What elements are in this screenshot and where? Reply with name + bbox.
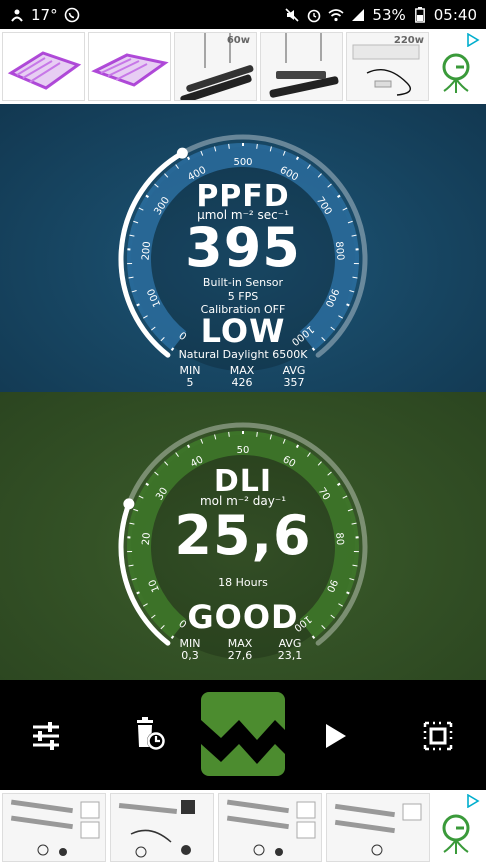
ppfd-reading: 395 (185, 216, 301, 279)
dli-avg-value: 23,1 (277, 649, 303, 662)
ad-image-led-panel-220w[interactable]: 220w (346, 32, 429, 101)
dli-stats: MIN 0,3 MAX 27,6 AVG 23,1 (176, 638, 304, 662)
ad-image-purple-grow-light-2[interactable] (88, 32, 171, 101)
notification-icon (9, 7, 25, 23)
top-ad-banner[interactable]: 60w 220w (0, 29, 486, 104)
ad-image-bar-light-2[interactable] (260, 32, 343, 101)
dli-major-tick (346, 591, 350, 595)
play-icon (326, 724, 346, 748)
dli-major-tick (295, 444, 300, 449)
dli-level: GOOD (187, 598, 299, 636)
alarm-icon (306, 7, 322, 23)
dli-hours-label: 18 Hours (218, 576, 268, 589)
dli-minor-tick (256, 431, 258, 437)
ppfd-min-stat: MIN 5 (176, 365, 204, 389)
bottom-toolbar (0, 680, 486, 790)
fullscreen-icon (423, 721, 453, 751)
bottom-ad-banner[interactable] (0, 790, 486, 864)
battery-icon (412, 6, 428, 23)
ad-image-kit-1[interactable] (2, 793, 106, 862)
status-bar: 17° 53% 05:40 (0, 0, 486, 29)
dli-major-tick (136, 591, 140, 595)
ppfd-avg-value: 357 (283, 376, 305, 389)
play-button[interactable] (318, 718, 354, 754)
ad-image-kit-4[interactable] (326, 793, 430, 862)
ad-image-kit-3[interactable] (218, 793, 322, 862)
ppfd-max-value: 426 (231, 376, 253, 389)
ppfd-gauge-panel: 0 100 200 300 400 500 600 700 800 900 1000 PPFD μm… (0, 104, 486, 392)
settings-sliders-button[interactable] (28, 718, 64, 754)
dli-minor-tick (228, 431, 230, 437)
dli-max-value: 27,6 (227, 649, 253, 662)
dli-max-stat: MAX 27,6 (226, 638, 254, 662)
whatsapp-icon (64, 7, 80, 23)
advertiser-logo-icon[interactable] (434, 812, 478, 856)
ad-tag-60w: 60w (226, 35, 250, 46)
dli-reading: 25,6 (174, 504, 312, 567)
mute-icon (284, 7, 300, 23)
fullscreen-button[interactable] (420, 718, 456, 754)
light-source-label[interactable]: Natural Daylight 6500K (0, 348, 486, 361)
temperature-text: 17° (31, 5, 58, 24)
ppfd-level: LOW (200, 312, 286, 350)
ppfd-minor-tick (228, 143, 230, 149)
ppfd-min-value: 5 (186, 376, 194, 389)
ppfd-major-tick (186, 156, 191, 161)
ppfd-stats: MIN 5 MAX 426 AVG 357 (176, 365, 308, 389)
dli-min-value: 0,3 (181, 649, 199, 662)
ppfd-tick-label: 500 (233, 157, 252, 168)
ad-image-purple-grow-light-1[interactable] (2, 32, 85, 101)
ppfd-avg-stat: AVG 357 (280, 365, 308, 389)
dli-avg-stat: AVG 23,1 (276, 638, 304, 662)
adchoices-icon[interactable] (466, 793, 480, 809)
clear-history-button[interactable] (130, 714, 170, 754)
adchoices-icon[interactable] (466, 32, 480, 48)
graph-mode-button[interactable] (201, 692, 285, 776)
timer-delete-icon (137, 717, 165, 750)
dli-tick-label: 50 (237, 445, 250, 456)
sensor-label: Built-in Sensor (202, 276, 284, 289)
dli-gauge-panel: 0 10 20 30 40 50 60 70 80 90 100 DLI mol m⁻² day⁻¹… (0, 392, 486, 680)
clock-text: 05:40 (433, 5, 477, 24)
dli-min-stat: MIN 0,3 (176, 638, 204, 662)
battery-text: 53% (372, 5, 406, 24)
ppfd-gauge-knob (176, 147, 188, 159)
dli-major-tick (186, 444, 191, 449)
ppfd-max-stat: MAX 426 (228, 365, 256, 389)
ppfd-minor-tick (256, 143, 258, 149)
ad-tag-220w: 220w (393, 35, 424, 46)
fps-label: 5 FPS (227, 290, 259, 303)
advertiser-logo-icon[interactable] (434, 51, 478, 95)
sliders-icon (33, 722, 59, 750)
ppfd-major-tick (295, 156, 300, 161)
waveform-icon (201, 720, 285, 764)
ad-image-bar-light-60w[interactable]: 60w (174, 32, 257, 101)
ad-image-kit-2[interactable] (110, 793, 214, 862)
signal-icon (350, 7, 366, 23)
wifi-icon (328, 7, 344, 23)
